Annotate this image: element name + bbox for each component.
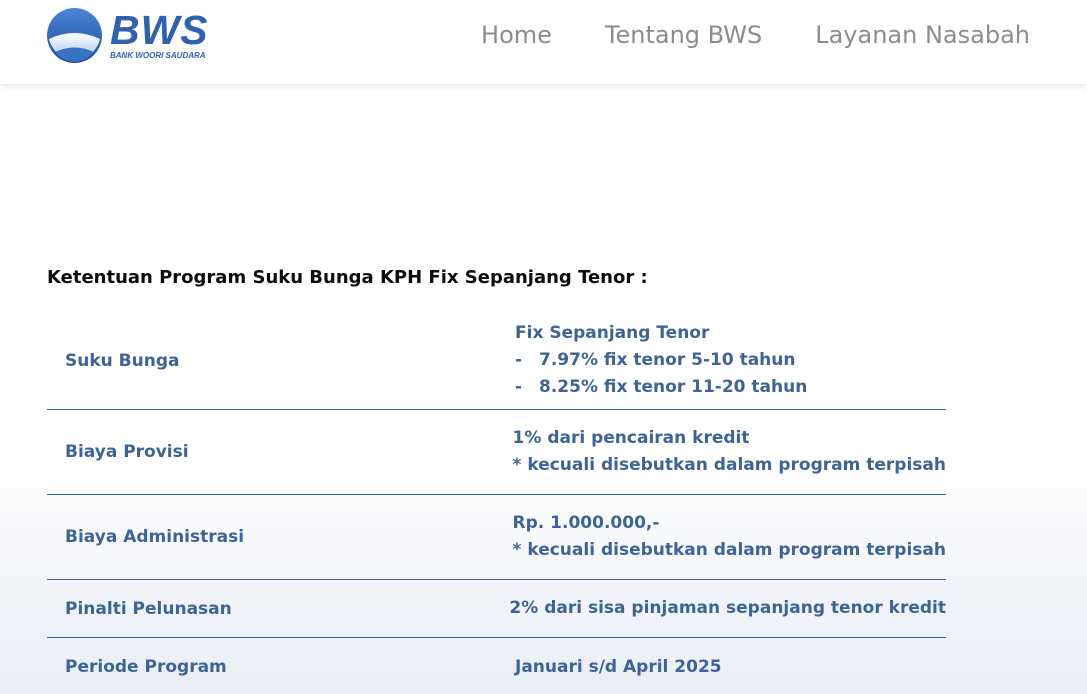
bws-logo[interactable]: BWS BANK WOORI SAUDARA <box>46 7 226 63</box>
table-row: Pinalti Pelunasan 2% dari sisa pinjaman … <box>47 580 946 638</box>
row-value: Januari s/d April 2025 <box>515 654 946 681</box>
bullet: - <box>515 377 523 397</box>
section-title: Ketentuan Program Suku Bunga KPH Fix Sep… <box>47 267 648 288</box>
value-line: * kecuali disebutkan dalam program terpi… <box>512 455 946 475</box>
table-row: Biaya Administrasi Rp. 1.000.000,- * kec… <box>47 495 946 580</box>
value-line: * kecuali disebutkan dalam program terpi… <box>512 540 946 560</box>
bws-logo-mark-icon <box>47 8 102 63</box>
table-row: Biaya Provisi 1% dari pencairan kredit *… <box>47 410 946 495</box>
nav-home[interactable]: Home <box>481 19 552 51</box>
row-value: 2% dari sisa pinjaman sepanjang tenor kr… <box>509 595 946 622</box>
nav-tentang-bws[interactable]: Tentang BWS <box>605 19 762 51</box>
value-line: Rp. 1.000.000,- <box>512 513 660 533</box>
logo-tagline: BANK WOORI SAUDARA <box>110 51 206 60</box>
row-label: Biaya Provisi <box>65 442 189 462</box>
value-line: Fix Sepanjang Tenor <box>515 323 710 343</box>
value-text: 7.97% fix tenor 5-10 tahun <box>539 350 796 370</box>
table-row: Suku Bunga Fix Sepanjang Tenor -7.97% fi… <box>47 312 946 410</box>
value-line: Januari s/d April 2025 <box>515 656 722 677</box>
table-row: Periode Program Januari s/d April 2025 <box>47 638 946 694</box>
logo-brand-text: BWS <box>110 7 209 53</box>
value-line: -7.97% fix tenor 5-10 tahun <box>515 347 946 374</box>
site-header: BWS BANK WOORI SAUDARA Home Tentang BWS … <box>0 0 1087 84</box>
row-label: Suku Bunga <box>65 350 180 371</box>
row-label: Periode Program <box>65 657 227 677</box>
value-line: -8.25% fix tenor 11-20 tahun <box>515 374 946 401</box>
row-value: Rp. 1.000.000,- * kecuali disebutkan dal… <box>513 510 946 564</box>
row-value: 1% dari pencairan kredit * kecuali diseb… <box>513 425 946 479</box>
bullet: - <box>515 350 523 370</box>
value-line: 2% dari sisa pinjaman sepanjang tenor kr… <box>509 598 946 618</box>
row-label: Pinalti Pelunasan <box>65 598 232 619</box>
terms-table: Suku Bunga Fix Sepanjang Tenor -7.97% fi… <box>47 312 946 694</box>
value-text: 8.25% fix tenor 11-20 tahun <box>539 377 808 397</box>
row-value: Fix Sepanjang Tenor -7.97% fix tenor 5-1… <box>515 320 946 401</box>
value-line: 1% dari pencairan kredit <box>512 428 750 448</box>
main-nav: Home Tentang BWS Layanan Nasabah <box>481 19 1030 51</box>
nav-layanan-nasabah[interactable]: Layanan Nasabah <box>815 19 1030 51</box>
row-label: Biaya Administrasi <box>65 527 245 547</box>
